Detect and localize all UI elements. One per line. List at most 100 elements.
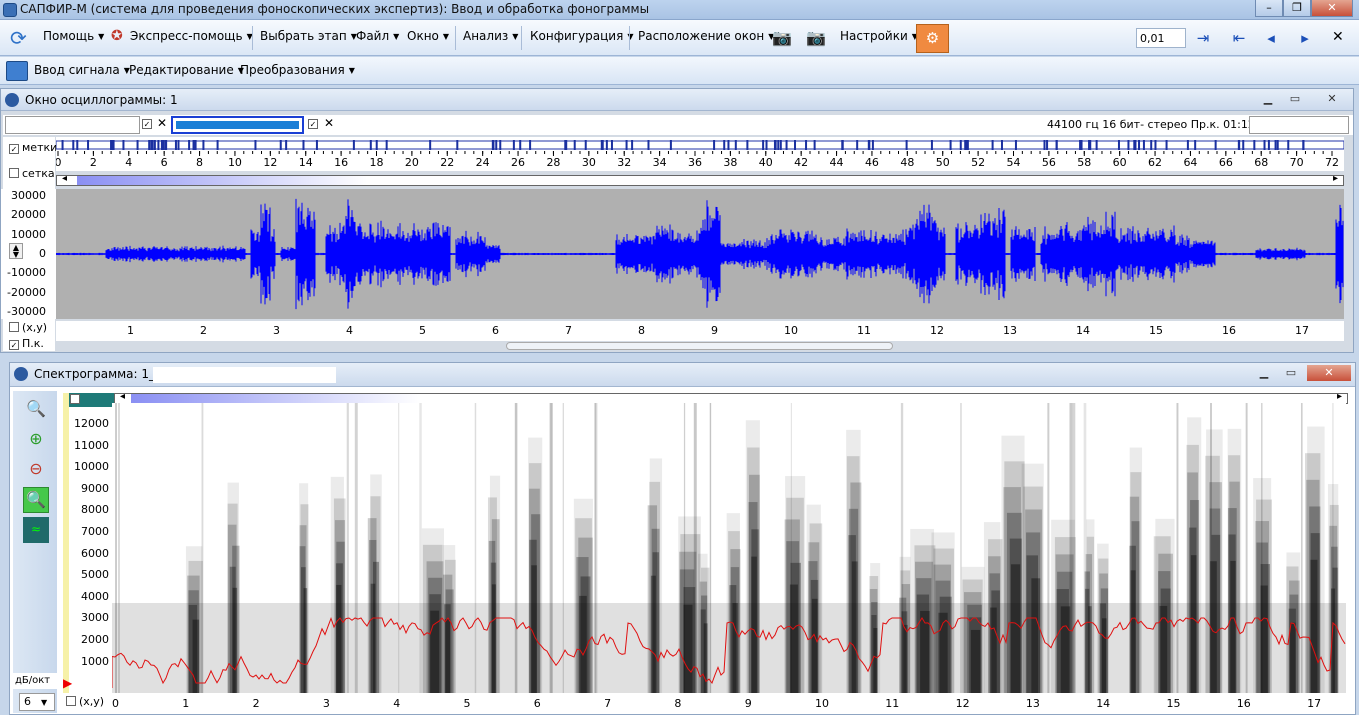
x-tick: 17 bbox=[1295, 324, 1309, 337]
go-start-icon[interactable]: ⇤ bbox=[1228, 27, 1250, 49]
spec-minimize-button[interactable]: ▁ bbox=[1253, 365, 1275, 381]
menu-help[interactable]: Помощь ▼ bbox=[43, 29, 104, 43]
spec-x-tick: 13 bbox=[1026, 697, 1040, 710]
y-tick: 30000 bbox=[11, 189, 46, 202]
channel-2-close-icon[interactable]: ✕ bbox=[324, 116, 334, 130]
minimize-button[interactable]: – bbox=[1255, 0, 1283, 17]
x-tick: 12 bbox=[930, 324, 944, 337]
osc-x-axis: 1 2 3 4 5 6 7 8 9 10 11 12 13 14 15 16 17 bbox=[56, 321, 1344, 341]
zoom-out-icon[interactable]: ⊖ bbox=[23, 457, 49, 483]
time-ruler[interactable]: 0 2 4 6 8 10 12 14 16 18 20 22 24 26 28 30 32 34 36 38 40 42 4… bbox=[56, 137, 1344, 171]
unit-label: дБ/окт bbox=[13, 673, 57, 689]
restore-button[interactable]: ❐ bbox=[1283, 0, 1311, 17]
menu-window[interactable]: Окно ▼ bbox=[407, 29, 449, 43]
close-toolbar-icon[interactable]: ✕ bbox=[1332, 29, 1344, 45]
ruler-tick: 52 bbox=[971, 156, 985, 169]
zoom-fit-icon[interactable]: 🔍 bbox=[23, 397, 49, 423]
menu-transforms[interactable]: Преобразования ▼ bbox=[240, 63, 355, 77]
camera-icon[interactable]: 📷 bbox=[772, 28, 792, 47]
step-back-icon[interactable]: ◂ bbox=[1260, 27, 1282, 49]
ruler-tick: 56 bbox=[1042, 156, 1056, 169]
ruler-tick: 34 bbox=[653, 156, 667, 169]
osc-splitter[interactable] bbox=[506, 342, 893, 350]
oscillogram-title: Окно осциллограммы: 1 bbox=[25, 93, 178, 107]
spec-x-tick: 3 bbox=[323, 697, 330, 710]
y-tick: 10000 bbox=[11, 228, 46, 241]
ruler-tick: 10 bbox=[228, 156, 242, 169]
close-button[interactable]: ✕ bbox=[1311, 0, 1353, 17]
unit-select[interactable]: 6 ▼ bbox=[19, 693, 55, 711]
osc-h-scrollbar[interactable]: ◂ ▸ bbox=[56, 175, 1344, 186]
ruler-tick: 70 bbox=[1290, 156, 1304, 169]
spectrogram-plot[interactable] bbox=[112, 403, 1346, 693]
ruler-tick: 72 bbox=[1325, 156, 1339, 169]
refresh-icon[interactable]: ⟳ bbox=[10, 26, 27, 50]
link-tool-icon[interactable]: ⚙ bbox=[916, 24, 949, 53]
signal-input-icon bbox=[6, 61, 28, 81]
osc-restore-button[interactable]: ▭ bbox=[1284, 91, 1306, 107]
spec-x-tick: 1 bbox=[182, 697, 189, 710]
spec-y-tick: 3000 bbox=[81, 611, 109, 624]
amplitude-spinner[interactable]: ▲ ▼ bbox=[9, 243, 23, 259]
spec-y-axis: 12000 11000 10000 9000 8000 7000 6000 5000 4000 3… bbox=[71, 403, 111, 693]
menu-configuration[interactable]: Конфигурация ▼ bbox=[530, 29, 633, 43]
spec-x-tick: 16 bbox=[1237, 697, 1251, 710]
secondary-toolbar: Ввод сигнала ▼ Редактирование ▼ Преобразов… bbox=[0, 57, 1359, 85]
pk-toggle[interactable]: ✓ П.к. bbox=[9, 337, 44, 350]
osc-close-button[interactable]: ✕ bbox=[1321, 91, 1343, 107]
channel-strip: ✓ ✕ ✓ ✕ 44100 гц 16 бит- стерео Пр.к. 01… bbox=[3, 115, 1353, 135]
spec-restore-button[interactable]: ▭ bbox=[1280, 365, 1302, 381]
osc-minimize-button[interactable]: ▁ bbox=[1257, 91, 1279, 107]
spec-close-button[interactable]: ✕ bbox=[1307, 365, 1351, 381]
waveform-plot[interactable] bbox=[56, 189, 1344, 319]
channel-2-check[interactable]: ✓ bbox=[308, 119, 318, 129]
spec-x-tick: 10 bbox=[815, 697, 829, 710]
spec-y-tick: 5000 bbox=[81, 568, 109, 581]
grid-toggle[interactable]: сетка bbox=[9, 167, 55, 180]
spec-y-tick: 4000 bbox=[81, 590, 109, 603]
menu-signal-input[interactable]: Ввод сигнала ▼ bbox=[34, 63, 130, 77]
spectrogram-tools: 🔍 ⊕ ⊖ 🔍 ≈ дБ/окт 6 ▼ bbox=[13, 391, 57, 713]
spec-x-tick: 9 bbox=[745, 697, 752, 710]
zoom-in-icon[interactable]: ⊕ bbox=[23, 427, 49, 453]
spectrogram-name-field[interactable] bbox=[153, 367, 336, 383]
info-field[interactable] bbox=[1249, 116, 1349, 134]
x-tick: 4 bbox=[346, 324, 353, 337]
channel-field-1[interactable] bbox=[5, 116, 140, 134]
camera-region-icon[interactable]: 📷 bbox=[806, 28, 826, 47]
go-end-icon[interactable]: ⇥ bbox=[1192, 27, 1214, 49]
ruler-tick: 4 bbox=[125, 156, 132, 169]
menu-select-stage[interactable]: Выбрать этап ▼ bbox=[260, 29, 357, 43]
x-tick: 6 bbox=[492, 324, 499, 337]
spec-x-tick: 2 bbox=[253, 697, 260, 710]
ruler-tick: 0 bbox=[56, 156, 62, 169]
x-tick: 11 bbox=[857, 324, 871, 337]
menu-file[interactable]: Файл ▼ bbox=[356, 29, 399, 43]
channel-1-check[interactable]: ✓ bbox=[142, 119, 152, 129]
title-bar: САПФИР-М (система для проведения фоноско… bbox=[0, 0, 1359, 20]
ruler-tick: 50 bbox=[936, 156, 950, 169]
spec-xy-toggle[interactable]: (x,y) bbox=[66, 695, 104, 708]
menu-window-layout[interactable]: Расположение окон ▼ bbox=[638, 29, 774, 43]
step-forward-icon[interactable]: ▸ bbox=[1294, 27, 1316, 49]
zoom-input[interactable] bbox=[1136, 28, 1186, 48]
menu-editing[interactable]: Редактирование ▼ bbox=[129, 63, 244, 77]
signal-view-icon[interactable]: ≈ bbox=[23, 517, 49, 543]
spec-y-tick: 8000 bbox=[81, 503, 109, 516]
channel-field-2[interactable] bbox=[171, 116, 304, 134]
spec-y-tick: 10000 bbox=[74, 460, 109, 473]
menu-analysis[interactable]: Анализ ▼ bbox=[463, 29, 518, 43]
xy-toggle[interactable]: (x,y) bbox=[9, 321, 47, 334]
marks-toggle[interactable]: ✓ метки bbox=[9, 141, 57, 154]
zoom-region-icon[interactable]: 🔍 bbox=[23, 487, 49, 513]
ruler-tick: 66 bbox=[1219, 156, 1233, 169]
spec-y-tick: 7000 bbox=[81, 525, 109, 538]
menu-settings[interactable]: Настройки ▼ bbox=[840, 29, 918, 43]
menu-express-help[interactable]: Экспресс-помощь ▼ bbox=[130, 29, 253, 43]
ruler-tick: 22 bbox=[440, 156, 454, 169]
signal-info: 44100 гц 16 бит- стерео Пр.к. 01:12,673 bbox=[1047, 118, 1279, 131]
ruler-tick: 68 bbox=[1254, 156, 1268, 169]
spec-y-tick: 9000 bbox=[81, 482, 109, 495]
ruler-tick: 36 bbox=[688, 156, 702, 169]
channel-1-close-icon[interactable]: ✕ bbox=[157, 116, 167, 130]
